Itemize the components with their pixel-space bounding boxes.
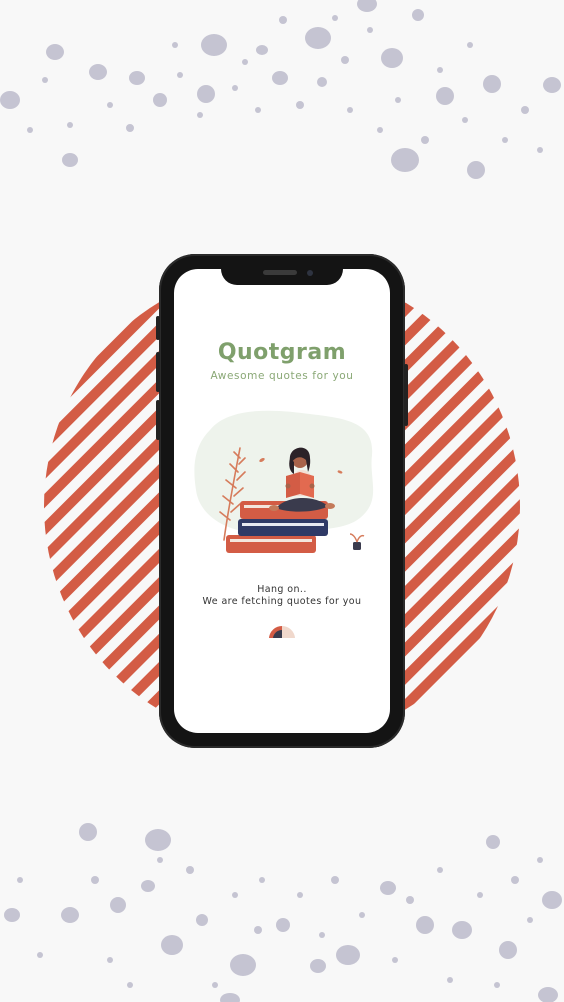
phone-side-button — [156, 316, 160, 340]
loading-message-line-2: We are fetching quotes for you — [202, 596, 362, 607]
loading-message-line-1: Hang on.. — [257, 584, 307, 595]
phone-power-button — [404, 364, 408, 426]
page: Quotgram Awesome quotes for you Hang on.… — [0, 0, 564, 1002]
speaker-grille — [263, 270, 297, 275]
phone-volume-down-button — [156, 400, 160, 440]
front-camera-icon — [307, 270, 313, 276]
reading-woman-illustration — [194, 410, 374, 553]
loading-spinner-icon — [269, 625, 295, 638]
app-subtitle: Awesome quotes for you — [210, 370, 354, 382]
app-title: Quotgram — [217, 340, 347, 365]
phone-volume-up-button — [156, 352, 160, 392]
